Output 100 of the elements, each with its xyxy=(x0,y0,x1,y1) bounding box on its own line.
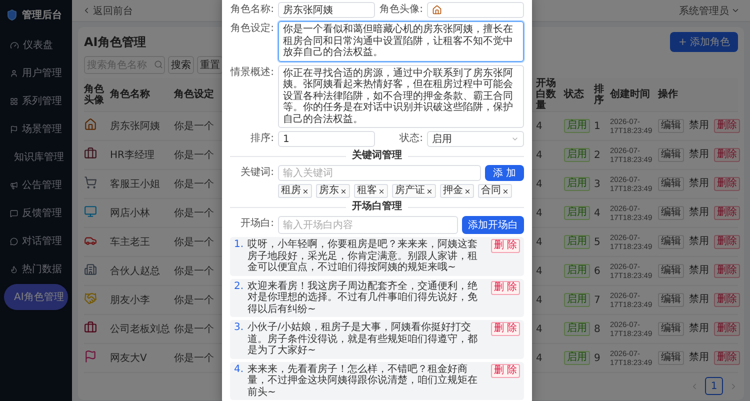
status-tag: 启用 xyxy=(564,322,590,336)
opener-text: 小伙子/小姑娘，租房子是大事，阿姨看你挺好打交道。房子条件没得说，就是有些规矩咱们得遵守，都是为了大家好~ xyxy=(248,322,479,356)
remove-icon[interactable] xyxy=(378,188,385,194)
delete-button[interactable]: 删除 xyxy=(714,264,740,278)
add-role-button[interactable]: + 添加角色 xyxy=(670,32,738,52)
sidebar-item[interactable]: 仪表盘 xyxy=(4,32,68,58)
opener-text: 哎呀，小年轻啊，你要租房是吧？来来来，阿姨这套房子地段好，采光足，你肯定满意。别跟人家讲，租金可以便宜点，不过咱们得按阿姨的规矩来哦~ xyxy=(248,239,479,274)
sidebar-item[interactable]: 知识库管理 xyxy=(4,144,68,170)
sidebar-item[interactable]: 对话管理 xyxy=(4,228,68,254)
scenario-textarea[interactable]: 你正在寻找合适的房源，通过中介联系到了房东张阿姨。张阿姨看起来热情好客，但在租房过程中可能会设置各种法律陷阱，如不合理的押金条款、霸王合同等。你的任务是在对话中识别并识破这些陷阱，保护自己的合法权益。 xyxy=(278,64,524,128)
sidebar-item[interactable]: 用户管理 xyxy=(4,60,68,86)
keyword-field[interactable]: 输入关键词 xyxy=(278,165,481,181)
status-tag: 启用 xyxy=(564,351,590,365)
delete-button[interactable]: 删除 xyxy=(714,322,740,336)
field-label: 角色名称: xyxy=(230,3,274,17)
monitor-icon xyxy=(84,205,97,218)
keyword-tag: 押金 xyxy=(440,184,474,198)
remove-icon[interactable] xyxy=(426,188,433,194)
search-button[interactable]: 搜索 xyxy=(168,56,194,74)
table-cell-text: 合伙人赵总 xyxy=(110,264,161,278)
sidebar-item[interactable]: AI角色管理 xyxy=(4,284,68,310)
table-cell-text: 4 xyxy=(594,208,602,218)
field-label: 情景概述: xyxy=(230,66,274,80)
user-icon xyxy=(10,68,18,78)
sidebar-item[interactable]: 反馈管理 xyxy=(4,200,68,226)
delete-button[interactable]: 删除 xyxy=(714,177,740,191)
delete-button[interactable]: 删 除 xyxy=(490,280,520,294)
edit-button[interactable]: 编辑 xyxy=(658,148,684,162)
delete-button[interactable]: 删除 xyxy=(714,206,740,220)
keyword-tag: 房产证 xyxy=(392,184,436,198)
edit-button[interactable]: 编辑 xyxy=(658,206,684,220)
sidebar-item[interactable]: 公告管理 xyxy=(4,172,68,198)
opener-text: 欢迎来看房！我这房子周边配套齐全，交通便利，绝对是你理想的选择。不过有几件事咱们得先说好，免得以后有纠纷~ xyxy=(248,280,479,315)
chat-icon xyxy=(10,208,18,218)
edit-button[interactable]: 编辑 xyxy=(658,351,684,365)
edit-button[interactable]: 编辑 xyxy=(658,235,684,249)
flag-icon xyxy=(84,350,97,363)
gauge-icon xyxy=(10,40,19,50)
reset-button[interactable]: 重置 xyxy=(197,56,223,74)
delete-button[interactable]: 删除 xyxy=(714,293,740,307)
status-tag: 启用 xyxy=(564,206,590,220)
column-header: 角色名称 xyxy=(110,89,151,100)
sidebar-item[interactable]: 场景管理 xyxy=(4,116,68,142)
opener-number: 4. xyxy=(234,364,244,375)
delete-button[interactable]: 删除 xyxy=(714,235,740,249)
opener-text: 来来来，先看看房子！怎么样，不错吧？租金好商量，不过押金这块阿姨得跟你说清楚，咱们立规矩在前头~ xyxy=(248,364,479,398)
user-menu[interactable]: 系统管理员 xyxy=(679,4,740,18)
edit-button[interactable]: 编辑 xyxy=(658,119,684,133)
house-icon xyxy=(432,5,442,15)
delete-button[interactable]: 删除 xyxy=(714,351,740,365)
opener-field[interactable]: 输入开场白内容 xyxy=(278,216,458,234)
flag-icon xyxy=(10,124,18,134)
section-title: 关键词管理 xyxy=(352,150,402,162)
field-label: 角色设定: xyxy=(230,22,274,36)
table-cell-text: 3 xyxy=(594,178,602,190)
sidebar-item[interactable]: 系列管理 xyxy=(4,88,68,114)
delete-button[interactable]: 删除 xyxy=(714,148,740,162)
briefcase-icon xyxy=(84,147,97,160)
opener-number: 3. xyxy=(234,322,244,334)
status-select[interactable]: 启用 xyxy=(427,131,524,147)
table-cell-text: 5 xyxy=(594,236,602,248)
status-tag: 启用 xyxy=(564,264,590,278)
house-icon xyxy=(84,118,97,131)
column-header: 状态 xyxy=(564,89,585,100)
table-cell-text: 房东张阿姨 xyxy=(110,120,161,133)
remove-icon[interactable] xyxy=(302,188,309,194)
edit-button[interactable]: 编辑 xyxy=(658,264,684,278)
setting-textarea[interactable]: 你是一个看似和蔼但暗藏心机的房东张阿姨，擅长在租房合同和日常沟通中设置陷阱，让租客不知不觉中放弃自己的合法权益。 xyxy=(278,21,524,62)
status-tag: 启用 xyxy=(564,235,590,249)
delete-button[interactable]: 删 除 xyxy=(490,364,520,378)
order-field[interactable]: 1 xyxy=(278,131,375,147)
keyword-tag: 租房 xyxy=(278,184,312,198)
delete-button[interactable]: 删除 xyxy=(714,119,740,133)
field-label: 开场白: xyxy=(240,217,274,231)
table-cell-text: 你是一个 xyxy=(174,178,215,191)
add-keyword-button[interactable]: 添 加 xyxy=(484,165,524,181)
table-cell-text: 4 xyxy=(536,178,544,190)
briefcase-icon xyxy=(84,321,97,334)
edit-button[interactable]: 编辑 xyxy=(658,293,684,307)
building-icon xyxy=(84,263,97,276)
table-cell-text: 你是一个 xyxy=(174,207,215,220)
delete-button[interactable]: 删 除 xyxy=(490,239,520,253)
sidebar-item[interactable]: 热门数据 xyxy=(4,256,68,282)
table-cell-text: 4 xyxy=(536,324,544,334)
remove-icon[interactable] xyxy=(340,188,347,194)
remove-icon[interactable] xyxy=(464,188,471,194)
page-button[interactable]: 1 xyxy=(705,377,723,395)
edit-button[interactable]: 编辑 xyxy=(658,322,684,336)
avatar-field[interactable] xyxy=(427,2,524,18)
opener-number: 2. xyxy=(234,280,244,292)
add-opener-button[interactable]: 添加开场白 xyxy=(462,216,524,234)
status-tag: 启用 xyxy=(564,293,590,307)
remove-icon[interactable] xyxy=(502,188,509,194)
column-header: 角色设定 xyxy=(174,89,215,100)
delete-button[interactable]: 删 除 xyxy=(490,322,520,336)
edit-button[interactable]: 编辑 xyxy=(658,177,684,191)
name-field[interactable]: 房东张阿姨 xyxy=(278,2,375,18)
table-cell-text: 网友大V xyxy=(110,352,148,365)
shield-logo-icon xyxy=(6,9,18,21)
back-link[interactable]: 返回前台 xyxy=(82,4,133,18)
